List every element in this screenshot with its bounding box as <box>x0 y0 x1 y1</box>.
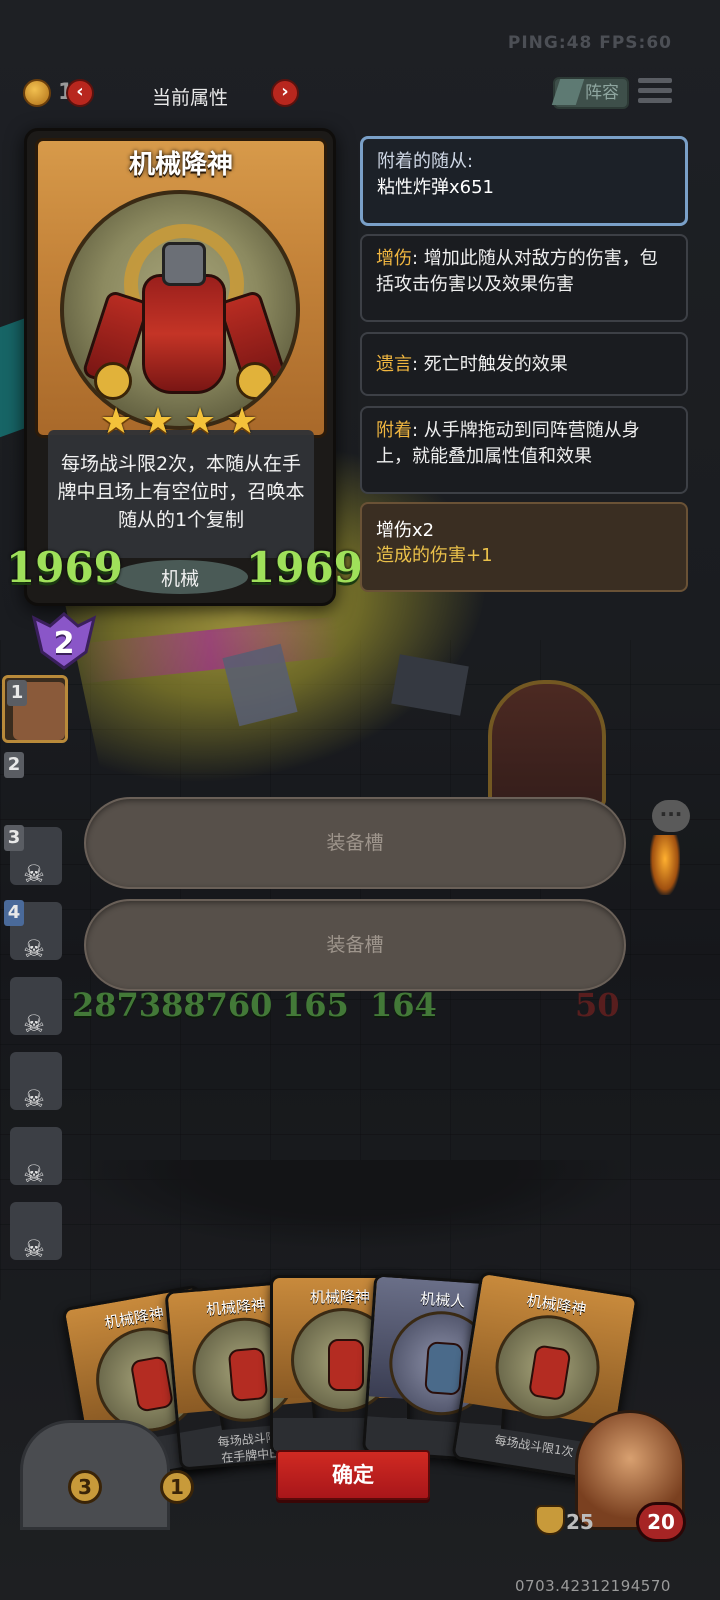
sidebar-slot[interactable]: 3 ☠ <box>2 823 68 891</box>
skull-icon: ☠ <box>23 1010 45 1038</box>
prev-page-button[interactable]: ‹ <box>66 79 94 107</box>
slot-number: 4 <box>4 900 24 926</box>
star-icon: ★ <box>183 401 217 442</box>
confirm-button[interactable]: 确定 <box>276 1450 430 1500</box>
equipment-slot[interactable]: 装备槽 <box>84 797 626 889</box>
gold-coin-badge[interactable]: 1 <box>160 1470 194 1504</box>
buff-panel: 增伤x2 造成的伤害+1 <box>360 502 688 592</box>
mech-head <box>162 242 206 286</box>
sidebar-slot[interactable]: ☠ <box>2 1198 68 1266</box>
attached-content: 粘性炸弹x651 <box>377 177 495 198</box>
mech-fist-right <box>236 362 274 400</box>
keyword-attach-panel: 附着: 从手牌拖动到同阵营随从身上，就能叠加属性值和效果 <box>360 406 688 494</box>
keyword-text: : 从手牌拖动到同阵营随从身上，就能叠加属性值和效果 <box>376 420 640 467</box>
attached-title: 附着的随从: <box>377 151 474 172</box>
sidebar-slot[interactable]: 4 ☠ <box>2 898 68 966</box>
star-icon: ★ <box>99 401 133 442</box>
attached-minions-panel: 附着的随从: 粘性炸弹x651 <box>360 136 688 226</box>
tribe-label: 机械 <box>160 568 199 590</box>
card-art <box>60 190 300 430</box>
buff-title: 增伤x2 <box>376 520 435 541</box>
slot-number: 1 <box>7 680 27 706</box>
star-icon: ★ <box>225 401 259 442</box>
card-name: 机械降神 <box>128 150 233 180</box>
mech-fist-left <box>94 362 132 400</box>
keyword-text: : 死亡时触发的效果 <box>412 354 568 375</box>
next-page-button[interactable]: › <box>271 79 299 107</box>
skull-icon: ☠ <box>23 860 45 888</box>
keyword-deathrattle-panel: 遗言: 死亡时触发的效果 <box>360 332 688 396</box>
chat-bubble-icon[interactable]: ··· <box>652 800 690 832</box>
mech-body <box>142 274 226 394</box>
armor-value: 25 <box>566 1510 594 1534</box>
gold-coin-icon <box>23 79 51 107</box>
sidebar-slot[interactable]: 1 <box>2 675 68 743</box>
card-description: 每场战斗限2次，本随从在手牌中且场上有空位时，召唤本随从的1个复制 <box>57 453 305 531</box>
torch-icon <box>650 835 680 895</box>
skull-icon: ☠ <box>23 1235 45 1263</box>
sidebar-slot[interactable]: ☠ <box>2 973 68 1041</box>
attack-value: 1969 <box>6 543 123 592</box>
menu-icon[interactable] <box>638 78 672 108</box>
keyword-text: : 增加此随从对敌方的伤害，包括攻击伤害以及效果伤害 <box>376 248 658 295</box>
ping-fps-readout: PING:48 FPS:60 <box>507 33 672 53</box>
sidebar-slot[interactable]: 2 <box>2 750 68 818</box>
sidebar-slot[interactable]: ☠ <box>2 1048 68 1116</box>
skull-icon: ☠ <box>23 935 45 963</box>
sidebar-slot[interactable]: ☠ <box>2 1123 68 1191</box>
skull-icon: ☠ <box>23 1160 45 1188</box>
keyword-damage-panel: 增伤: 增加此随从对敌方的伤害，包括攻击伤害以及效果伤害 <box>360 234 688 322</box>
star-icon: ★ <box>141 401 175 442</box>
keyword-label: 遗言 <box>376 354 412 375</box>
buff-description: 造成的伤害+1 <box>376 545 493 566</box>
gold-coin-badge[interactable]: 3 <box>68 1470 102 1504</box>
keyword-label: 附着 <box>376 420 412 441</box>
equipment-slot[interactable]: 装备槽 <box>84 899 626 991</box>
skull-icon: ☠ <box>23 1085 45 1113</box>
slot-number: 2 <box>4 752 24 778</box>
health-value: 1969 <box>246 543 363 592</box>
slot-number: 3 <box>4 825 24 851</box>
keyword-label: 增伤 <box>376 248 412 269</box>
seed-readout: 0703.42312194570 <box>515 1577 671 1595</box>
armor-icon <box>535 1505 565 1535</box>
hero-health: 20 <box>636 1502 686 1542</box>
tier-number: 2 <box>53 626 75 661</box>
panel-title: 当前属性 <box>151 87 228 109</box>
